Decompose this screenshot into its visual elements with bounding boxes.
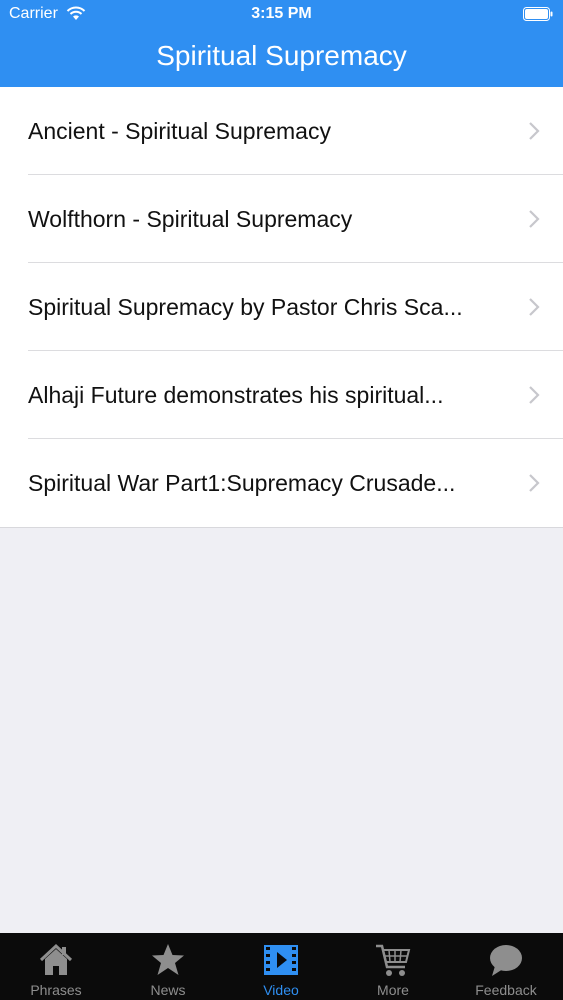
chevron-right-icon — [529, 122, 540, 140]
navigation-header: Carrier 3:15 PM Spiritual Supremacy — [0, 0, 563, 87]
list-item[interactable]: Spiritual War Part1:Supremacy Crusade... — [0, 439, 563, 527]
chevron-right-icon — [529, 386, 540, 404]
list-item-label: Ancient - Spiritual Supremacy — [28, 118, 331, 144]
chat-bubble-icon — [490, 945, 522, 976]
list-item-label: Wolfthorn - Spiritual Supremacy — [28, 206, 353, 232]
tab-label: Phrases — [30, 982, 82, 998]
page-title: Spiritual Supremacy — [156, 40, 407, 71]
tab-label: Video — [263, 982, 299, 998]
cart-icon — [376, 944, 411, 976]
status-bar: Carrier 3:15 PM — [0, 0, 563, 30]
tab-label: More — [377, 982, 409, 998]
tab-label: News — [150, 982, 186, 998]
chevron-right-icon — [529, 210, 540, 228]
list-item[interactable]: Ancient - Spiritual Supremacy — [0, 87, 563, 175]
chevron-right-icon — [529, 298, 540, 316]
tab-phrases[interactable]: Phrases — [0, 933, 112, 1000]
list-item-label: Spiritual Supremacy by Pastor Chris Sca.… — [28, 294, 463, 320]
film-icon — [264, 945, 298, 975]
list-item-label: Spiritual War Part1:Supremacy Crusade... — [28, 470, 456, 496]
video-list: Ancient - Spiritual Supremacy Wolfthorn … — [0, 87, 563, 528]
list-item-label: Alhaji Future demonstrates his spiritual… — [28, 382, 444, 408]
list-item[interactable]: Spiritual Supremacy by Pastor Chris Sca.… — [0, 263, 563, 351]
star-icon — [152, 944, 184, 975]
list-item[interactable]: Alhaji Future demonstrates his spiritual… — [0, 351, 563, 439]
chevron-right-icon — [529, 474, 540, 492]
tab-bar: Phrases News Video More Feedback — [0, 933, 563, 1000]
house-icon — [39, 943, 73, 975]
tab-label: Feedback — [475, 982, 537, 998]
tab-feedback[interactable]: Feedback — [450, 933, 562, 1000]
tab-news[interactable]: News — [112, 933, 224, 1000]
battery-icon — [523, 7, 553, 21]
tab-more[interactable]: More — [337, 933, 449, 1000]
tab-video[interactable]: Video — [225, 933, 337, 1000]
list-item[interactable]: Wolfthorn - Spiritual Supremacy — [0, 175, 563, 263]
status-time: 3:15 PM — [251, 5, 312, 22]
